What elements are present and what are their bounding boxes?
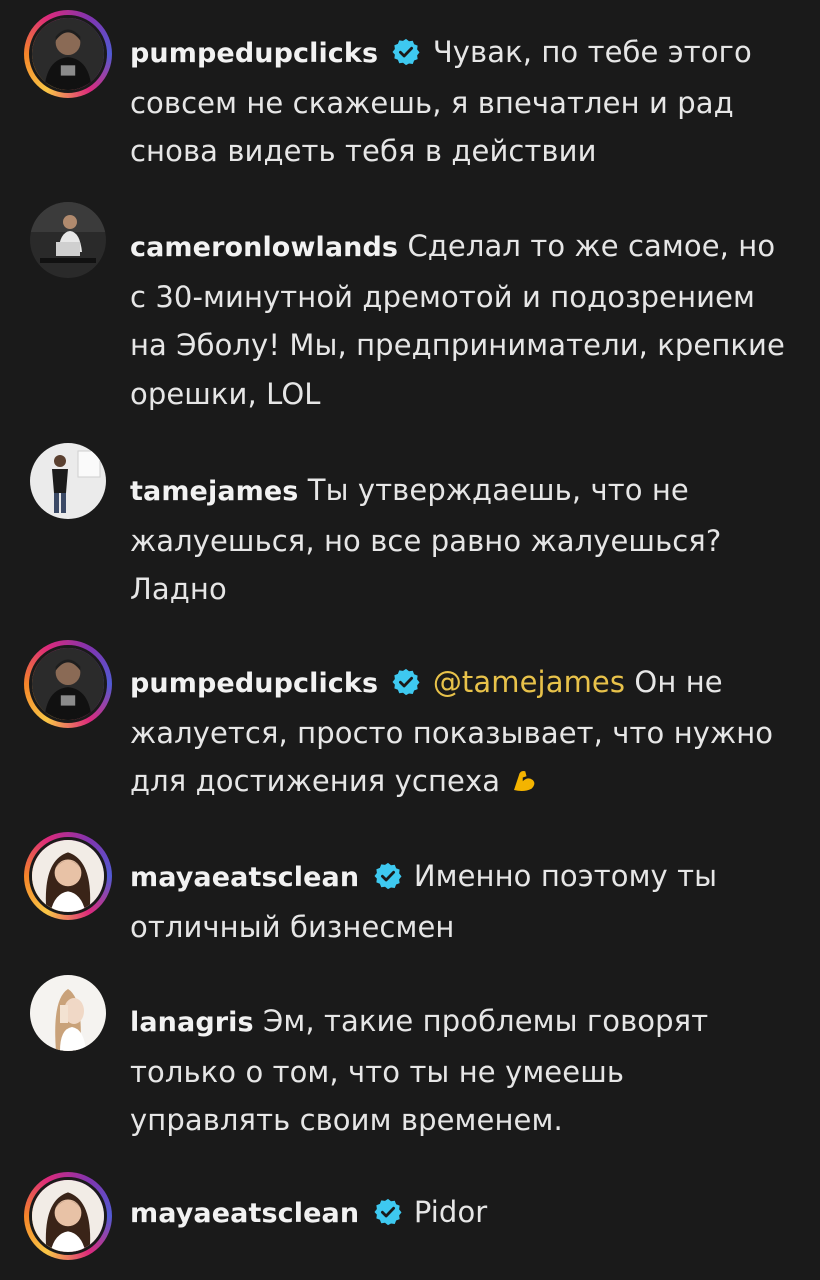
avatar [30,443,106,519]
avatar-story-ring[interactable] [24,10,112,98]
avatar [29,837,107,915]
avatar-wrap[interactable] [24,969,112,1057]
avatar-man-icon [32,18,104,90]
username-link[interactable]: lanagris [130,1007,254,1038]
mention-link[interactable]: @tamejames [433,665,625,699]
avatar-story-ring[interactable] [24,640,112,728]
avatar [29,15,107,93]
avatar-man-standing-icon [30,443,106,519]
avatar [29,645,107,723]
username-link[interactable]: cameronlowlands [130,232,398,263]
username-link[interactable]: tamejames [130,476,298,507]
avatar-woman-icon [32,840,104,912]
comment-text: cameronlowlands Сделал то же самое, но с… [130,222,790,418]
verified-badge-icon [392,38,420,66]
verified-badge-icon [374,1198,401,1226]
avatar [30,202,106,278]
avatar-woman-icon [30,975,106,1051]
avatar-man-laptop-icon [30,202,106,278]
avatar [29,1177,107,1255]
username-link[interactable]: pumpedupclicks [130,668,378,699]
comment-text: tamejames Ты утверждаешь, что не жалуешь… [130,466,790,614]
comment-text: pumpedupclicks Чувак, по тебе этого совс… [130,28,790,176]
username-link[interactable]: mayaeatsclean [130,862,359,893]
comment-text: mayaeatsclean Именно поэтому ты отличный… [130,852,790,951]
comment-body: Pidor [413,1195,488,1229]
comment-text: pumpedupclicks @tamejames Он не жалуется… [130,658,790,806]
username-link[interactable]: pumpedupclicks [130,38,378,69]
verified-badge-icon [392,668,420,696]
avatar [30,975,106,1051]
avatar-story-ring[interactable] [24,832,112,920]
verified-badge-icon [374,862,401,890]
avatar-story-ring[interactable] [24,1172,112,1260]
avatar-wrap[interactable] [24,196,112,284]
comment-text: mayaeatsclean Pidor [130,1188,790,1239]
avatar-woman-icon [32,1180,104,1252]
avatar-wrap[interactable] [24,437,112,525]
comment-text: lanagris Эм, такие проблемы говорят толь… [130,997,790,1145]
username-link[interactable]: mayaeatsclean [130,1198,359,1229]
avatar-man-icon [32,648,104,720]
flexed-biceps-icon [514,771,535,791]
